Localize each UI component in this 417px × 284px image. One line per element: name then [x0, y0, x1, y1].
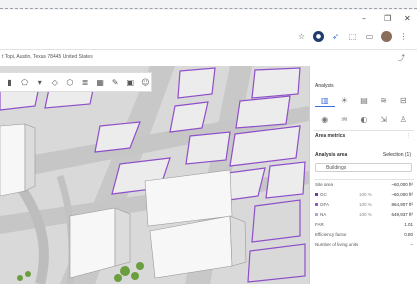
metric-value: 0.80	[404, 232, 413, 237]
metric-row: GFA 100 % 864,907 ft²	[315, 202, 413, 210]
panel-divider	[314, 179, 414, 180]
map-canvas	[0, 66, 309, 284]
star-icon[interactable]: ☆	[296, 31, 307, 42]
restore-button[interactable]: ❐	[384, 14, 391, 23]
share-icon[interactable]: ⤴	[398, 53, 405, 63]
tab-strip-edge	[0, 8, 417, 9]
area-metrics-heading: Area metrics	[315, 133, 346, 139]
noise-icon[interactable]: ♒	[335, 113, 355, 125]
ruler-icon[interactable]: ▮	[4, 76, 15, 88]
drawing-icon[interactable]: ✎	[110, 76, 121, 88]
browser-toolbar-icons: ☆ ● ➶ ⬚ ▭ ⋮	[296, 31, 409, 42]
save-icon[interactable]: ▣	[125, 76, 136, 88]
selection-dropdown[interactable]: Selection (1)	[383, 152, 411, 158]
panel-divider	[314, 130, 414, 131]
metric-row: Efficiency factor 0.80	[315, 232, 413, 240]
map-toolbar: ▮ ⬠ ▾ ◇ ⬡ ≣ ▦ ✎ ▣ ☺	[0, 72, 152, 92]
minimize-button[interactable]: –	[362, 14, 366, 23]
volume-icon[interactable]: ▤	[354, 94, 374, 106]
map-address: t Topi, Austin, Texas 78445 United State…	[2, 54, 93, 60]
metric-value: –	[410, 242, 413, 247]
daylight-icon[interactable]: ◐	[354, 113, 374, 125]
profile-avatar[interactable]	[381, 31, 392, 42]
shape-icon[interactable]: ◇	[49, 76, 60, 88]
metric-row: FAR 1.01	[315, 222, 413, 230]
analysis-tools-grid: ▥ ☀ ▤ ≋ ⊟ ◉ ♒ ◐ ⇲ ♙	[315, 94, 413, 125]
metric-percent: 100 %	[359, 202, 372, 207]
metric-label: FAR	[315, 222, 324, 227]
grid-icon[interactable]: ▦	[95, 76, 106, 88]
metric-row: NA 100 % 649,937 ft²	[315, 212, 413, 220]
people-icon[interactable]: ☺	[140, 76, 151, 88]
menu-icon[interactable]: ⋮	[398, 31, 409, 42]
metric-value: ~60,000 ft²	[391, 192, 413, 197]
metric-swatch	[315, 193, 318, 197]
sun-icon[interactable]: ☀	[335, 94, 355, 106]
wing-icon[interactable]: ➶	[330, 31, 341, 42]
metric-value: 1.01	[404, 222, 413, 227]
metric-label: Efficiency factor	[315, 232, 347, 237]
section-icon[interactable]: ⊟	[393, 94, 413, 106]
metric-value: ~60,000 ft²	[391, 182, 413, 187]
metric-value: 864,907 ft²	[391, 202, 413, 207]
metric-label: NA	[315, 212, 326, 217]
polygon-icon[interactable]: ⬠	[19, 76, 30, 88]
metric-label: GC	[315, 192, 327, 197]
close-button[interactable]: ✕	[404, 14, 411, 23]
buildings-chip[interactable]: Buildings	[315, 163, 412, 172]
cube-icon[interactable]: ⬡	[64, 76, 75, 88]
eye-icon[interactable]: ◉	[315, 113, 335, 125]
metric-percent: 100 %	[359, 192, 372, 197]
address-row: t Topi, Austin, Texas 78445 United State…	[0, 52, 417, 66]
metric-label: Site area	[315, 182, 334, 187]
metric-swatch	[315, 203, 318, 207]
chart-icon[interactable]: ▥	[315, 94, 335, 107]
analysis-area-label: Analysis area	[315, 152, 348, 158]
metric-label: Number of living units	[315, 242, 359, 247]
puzzle-icon[interactable]: ⬚	[347, 31, 358, 42]
extension-icon[interactable]: ●	[313, 31, 324, 42]
map-viewport[interactable]	[0, 66, 309, 284]
metric-value: 649,937 ft²	[391, 212, 413, 217]
metric-label: GFA	[315, 202, 329, 207]
sidepanel-icon[interactable]: ▭	[364, 31, 375, 42]
metric-swatch	[315, 213, 318, 217]
metric-row: Number of living units –	[315, 242, 413, 250]
export-icon[interactable]: ⇲	[374, 113, 394, 125]
metric-row: GC 100 % ~60,000 ft²	[315, 192, 413, 200]
more-icon[interactable]: ⋮	[406, 133, 411, 139]
panel-title: Analysis	[315, 83, 334, 89]
dropdown-icon[interactable]: ▾	[34, 76, 45, 88]
layers-icon[interactable]: ≣	[79, 76, 90, 88]
metric-percent: 100 %	[359, 212, 372, 217]
wind-icon[interactable]: ≋	[374, 94, 394, 106]
person-icon[interactable]: ♙	[393, 113, 413, 125]
site-area-row: Site area ~60,000 ft²	[315, 182, 413, 190]
analysis-panel: Analysis ▥ ☀ ▤ ≋ ⊟ ◉ ♒ ◐ ⇲ ♙ Area metric…	[309, 66, 417, 284]
